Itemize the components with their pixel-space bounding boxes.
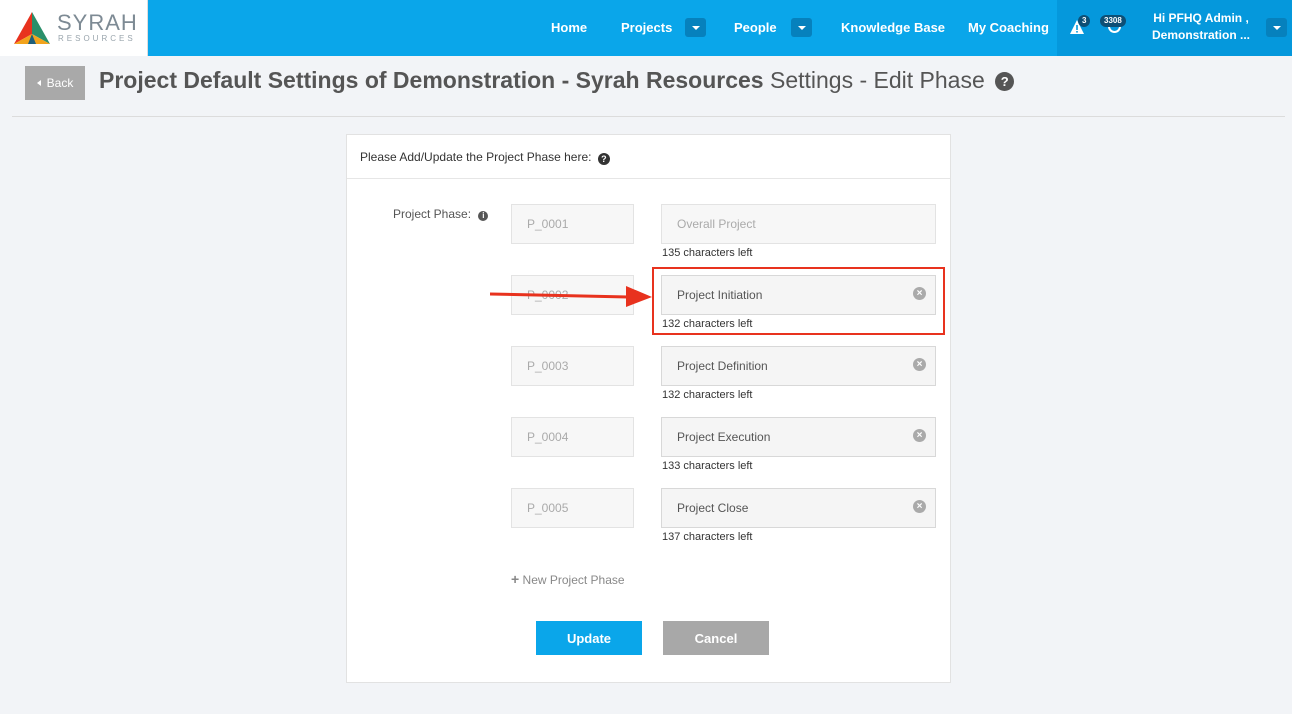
nav-knowledge-base[interactable]: Knowledge Base: [841, 20, 945, 35]
phase-code-field: P_0003: [511, 346, 634, 386]
panel-help-icon[interactable]: ?: [597, 153, 610, 165]
people-dropdown-caret-icon[interactable]: [791, 18, 812, 37]
back-arrow-icon: [36, 80, 41, 86]
panel-header: Please Add/Update the Project Phase here…: [347, 135, 950, 179]
phase-name-input[interactable]: Project Definition ×: [661, 346, 936, 386]
project-phase-label: Project Phase: i: [393, 207, 489, 221]
projects-dropdown-caret-icon[interactable]: [685, 18, 706, 37]
user-menu[interactable]: Hi PFHQ Admin , Demonstration ...: [1140, 10, 1262, 44]
plus-icon: +: [511, 571, 520, 587]
nav-my-coaching[interactable]: My Coaching: [968, 20, 1049, 35]
page-title: Project Default Settings of Demonstratio…: [99, 67, 1015, 94]
chars-left-text: 137 characters left: [662, 531, 753, 543]
chars-left-text: 135 characters left: [662, 247, 753, 259]
cancel-button[interactable]: Cancel: [663, 621, 769, 655]
back-button-label: Back: [46, 76, 74, 90]
nav-people[interactable]: People: [734, 20, 777, 35]
brand-name: SYRAH: [57, 10, 138, 35]
annotation-arrow-icon: [490, 286, 652, 307]
user-org: Demonstration ...: [1151, 28, 1250, 42]
panel-heading-text: Please Add/Update the Project Phase here…: [360, 150, 592, 164]
help-icon[interactable]: ?: [995, 72, 1015, 91]
annotation-highlight-box: [652, 267, 945, 335]
top-navigation-bar: SYRAH RESOURCES Home Projects People Kno…: [0, 0, 1292, 56]
panel-heading: Please Add/Update the Project Phase here…: [360, 150, 610, 165]
syrah-logo-icon: [14, 12, 50, 44]
update-button[interactable]: Update: [536, 621, 642, 655]
new-project-phase-label: New Project Phase: [522, 573, 625, 587]
clear-icon[interactable]: ×: [913, 358, 926, 371]
clear-icon[interactable]: ×: [913, 429, 926, 442]
nav-projects[interactable]: Projects: [621, 20, 672, 35]
page-title-bold: Project Default Settings of Demonstratio…: [99, 67, 764, 93]
user-greeting: Hi PFHQ Admin ,: [1153, 11, 1249, 25]
phase-name-input[interactable]: Project Execution ×: [661, 417, 936, 457]
clear-icon[interactable]: ×: [913, 500, 926, 513]
project-phase-label-text: Project Phase:: [393, 207, 472, 221]
phase-code-field: P_0005: [511, 488, 634, 528]
brand-logo[interactable]: SYRAH RESOURCES: [0, 0, 148, 56]
messages-count-badge: 3308: [1100, 15, 1126, 27]
nav-home[interactable]: Home: [551, 20, 587, 35]
phase-code-field: P_0001: [511, 204, 634, 244]
header-divider: [12, 116, 1285, 117]
page-title-rest: Settings - Edit Phase: [763, 67, 985, 93]
phase-name-value: Project Execution: [677, 430, 771, 444]
phase-name-input[interactable]: Project Close ×: [661, 488, 936, 528]
phase-name-field: Overall Project: [661, 204, 936, 244]
user-dropdown-caret-icon[interactable]: [1266, 18, 1287, 37]
brand-tagline: RESOURCES: [58, 34, 136, 43]
chars-left-text: 132 characters left: [662, 389, 753, 401]
phase-code-field: P_0004: [511, 417, 634, 457]
new-project-phase-link[interactable]: + New Project Phase: [511, 571, 625, 587]
phase-name-value: Project Close: [677, 501, 749, 515]
back-button[interactable]: Back: [25, 66, 85, 100]
info-icon[interactable]: i: [478, 211, 489, 221]
phase-name-value: Project Definition: [677, 359, 768, 373]
chars-left-text: 133 characters left: [662, 460, 753, 472]
